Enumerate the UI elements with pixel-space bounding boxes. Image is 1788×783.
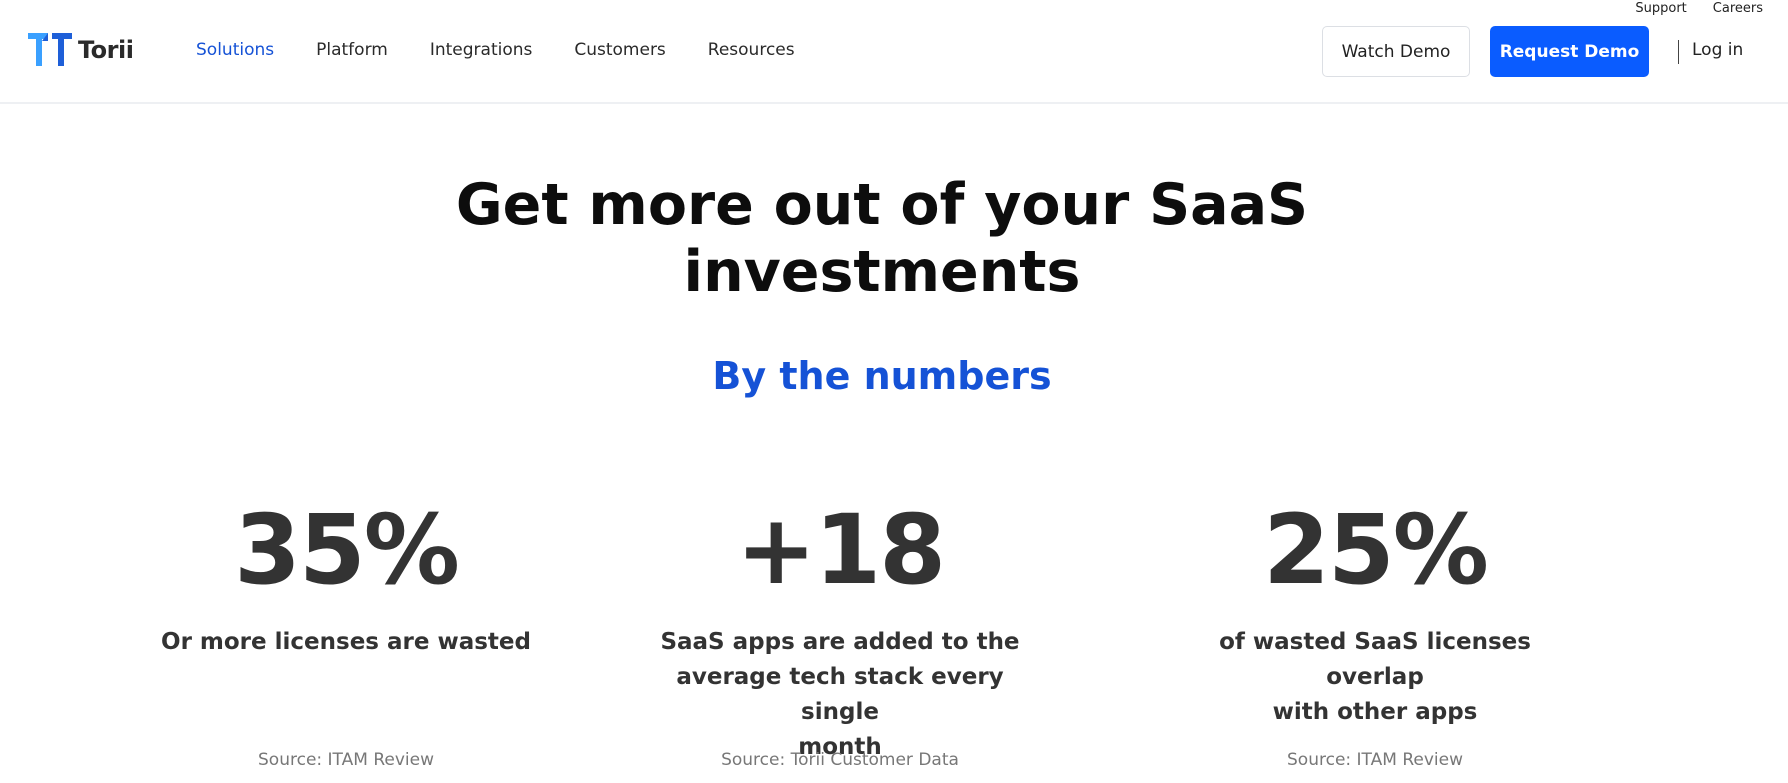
site-header: Torii Solutions Platform Integrations Cu… [0,0,1788,104]
stat-description: SaaS apps are added to the average tech … [640,625,1040,765]
hero-title: Get more out of your SaaS investments [0,172,1764,306]
stat-source: Source: ITAM Review [1287,750,1463,770]
hero-title-line-2: investments [683,239,1081,305]
stat-value: +18 [735,494,946,606]
stat-description-line: with other apps [1272,699,1478,725]
nav-customers[interactable]: Customers [574,40,665,60]
stat-source: Source: Torii Customer Data [721,750,959,770]
brand-name: Torii [78,35,134,64]
header-divider [1678,40,1679,64]
stat-card-licenses-wasted: 35% Or more licenses are wasted [146,495,546,660]
request-demo-button[interactable]: Request Demo [1490,26,1649,77]
torii-logo[interactable]: Torii [28,33,134,66]
stat-card-licenses-overlap: 25% of wasted SaaS licenses overlap with… [1175,495,1575,730]
stat-source: Source: ITAM Review [258,750,434,770]
watch-demo-button[interactable]: Watch Demo [1322,26,1470,77]
stat-card-apps-added: +18 SaaS apps are added to the average t… [640,495,1040,765]
hero-title-line-1: Get more out of your SaaS [455,172,1309,238]
stat-description: of wasted SaaS licenses overlap with oth… [1175,625,1575,730]
stat-value: 35% [234,494,460,606]
stat-value: 25% [1263,494,1489,606]
stat-description-line: Or more licenses are wasted [161,629,531,655]
nav-integrations[interactable]: Integrations [430,40,533,60]
nav-resources[interactable]: Resources [708,40,795,60]
login-link[interactable]: Log in [1692,40,1743,60]
stat-description-line: average tech stack every single [676,664,1004,725]
stat-description: Or more licenses are wasted [146,625,546,660]
section-subtitle: By the numbers [712,354,1052,398]
main-nav: Solutions Platform Integrations Customer… [196,40,795,60]
stat-description-line: of wasted SaaS licenses overlap [1219,629,1531,690]
nav-platform[interactable]: Platform [316,40,388,60]
torii-logo-icon [28,33,72,66]
nav-solutions[interactable]: Solutions [196,40,274,60]
stat-description-line: SaaS apps are added to the [660,629,1020,655]
